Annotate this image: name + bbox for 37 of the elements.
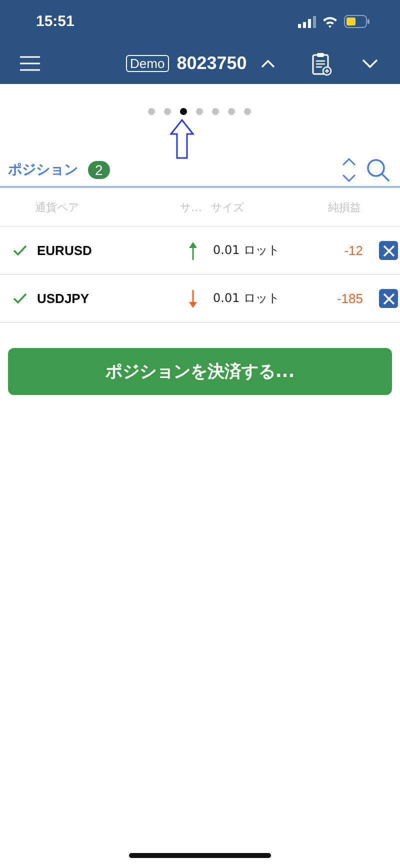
page-dot[interactable]	[148, 108, 155, 115]
account-badge: Demo	[126, 55, 169, 72]
column-header: サ…	[179, 200, 203, 214]
check-icon[interactable]	[12, 293, 26, 304]
pnl-cell-text: -185	[336, 291, 363, 306]
search-icon[interactable]	[366, 158, 390, 182]
positions-count: 2	[88, 161, 110, 179]
column-header: 純損益	[327, 200, 361, 214]
page-dot[interactable]	[244, 108, 251, 115]
page-dot[interactable]	[228, 108, 235, 115]
up-arrow-icon	[170, 119, 194, 159]
page-dot[interactable]	[180, 108, 187, 115]
status-time: 15:51	[36, 13, 74, 30]
signal-icon	[298, 16, 316, 28]
sort-icon[interactable]	[342, 157, 356, 183]
wifi-icon	[322, 16, 338, 28]
pnl-cell-text: -12	[343, 243, 363, 258]
chevron-down-icon[interactable]	[362, 59, 378, 68]
account-number[interactable]: 8023750	[176, 53, 247, 74]
close-position-button[interactable]	[379, 289, 398, 308]
battery-icon	[344, 15, 370, 28]
check-icon[interactable]	[12, 245, 26, 256]
caret-up-icon[interactable]	[260, 59, 275, 68]
symbol-cell-text: USDJPY	[37, 291, 90, 306]
close-position-button[interactable]	[379, 241, 398, 260]
menu-icon[interactable]	[20, 56, 40, 71]
clipboard-icon[interactable]	[312, 52, 332, 76]
column-header: サイズ	[210, 200, 245, 214]
page-dot[interactable]	[212, 108, 219, 115]
page-dot[interactable]	[164, 108, 171, 115]
close-positions-button[interactable]: ポジションを決済する...	[8, 348, 392, 395]
size-cell-text: 0.01 ロット	[212, 290, 281, 307]
column-header: 通貨ペア	[35, 200, 80, 214]
page-dot[interactable]	[196, 108, 203, 115]
symbol-cell-text: EURUSD	[37, 243, 93, 258]
size-cell-text: 0.01 ロット	[212, 242, 281, 259]
positions-title: ポジション	[8, 161, 78, 179]
